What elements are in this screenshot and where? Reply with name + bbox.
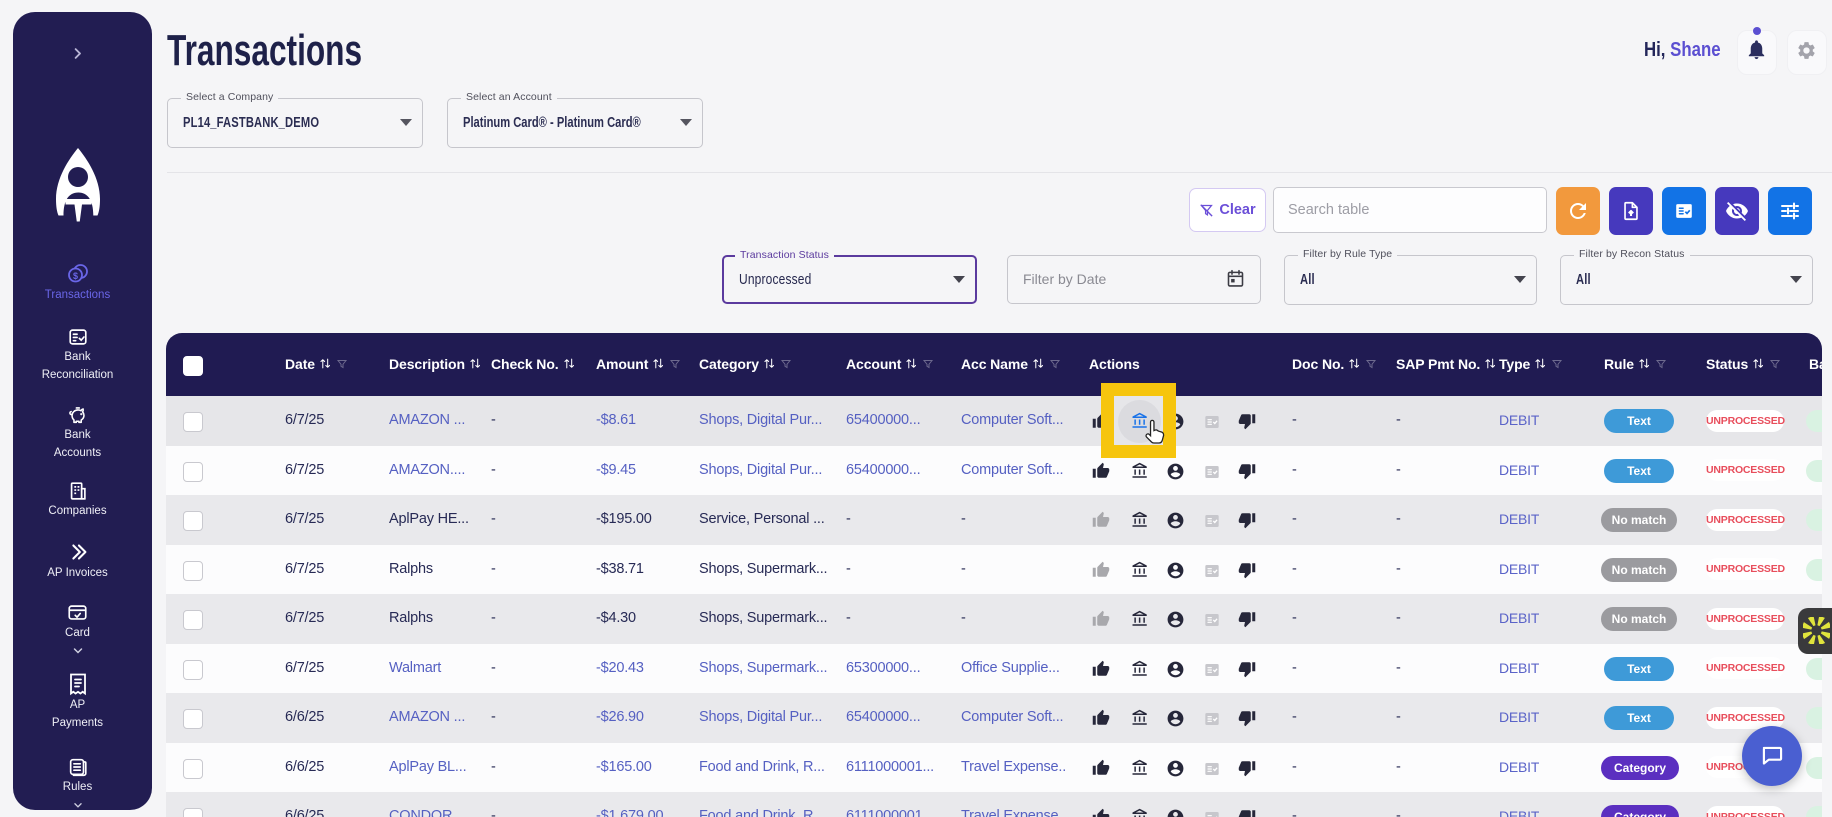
- svg-text:$: $: [72, 271, 77, 281]
